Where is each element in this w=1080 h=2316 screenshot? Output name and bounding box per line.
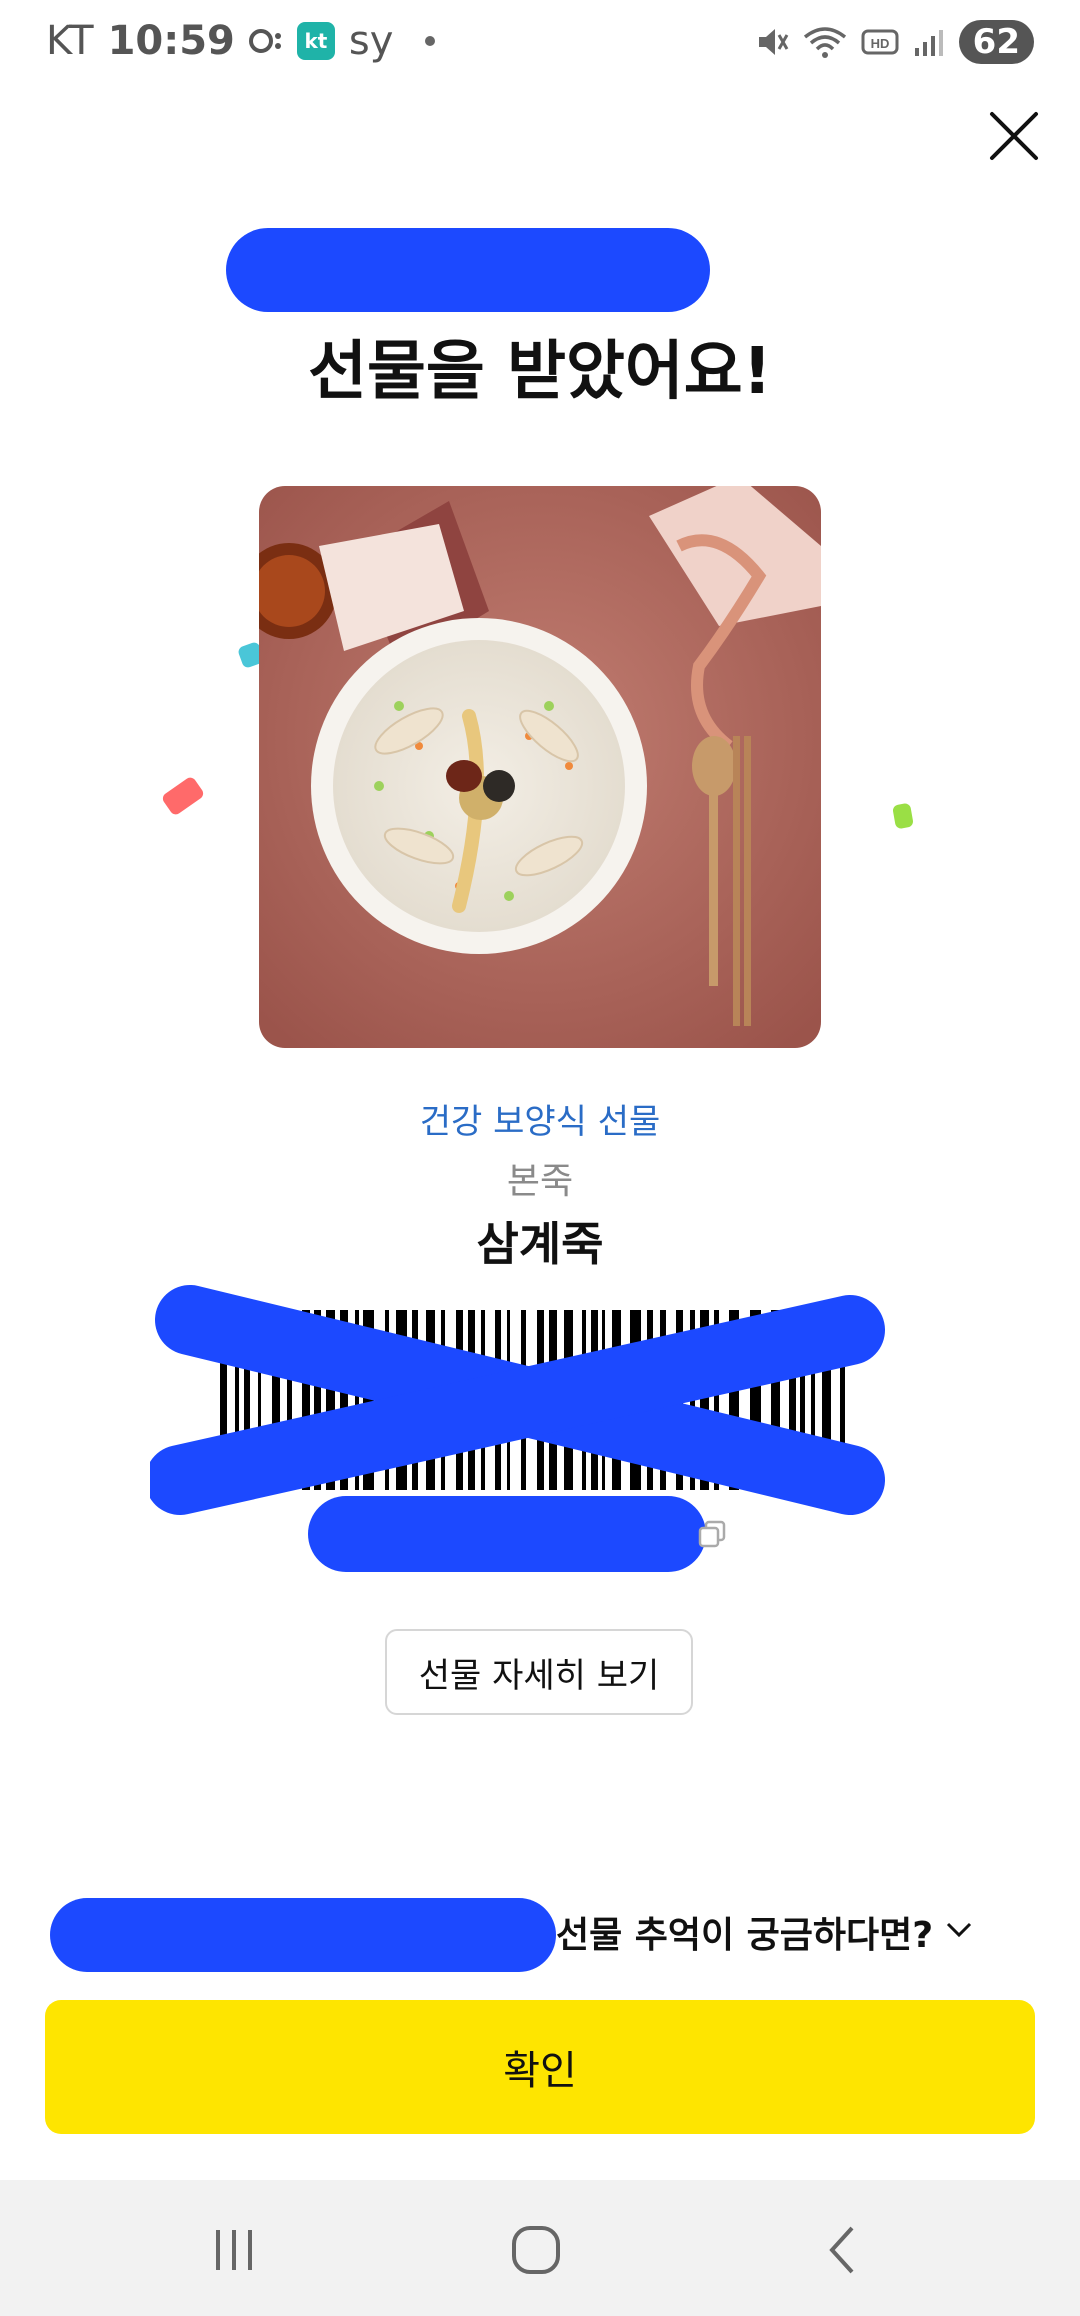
- title-line-2: 선물을 받았어요!: [308, 335, 772, 409]
- confetti-piece: [892, 802, 914, 830]
- memory-name-redaction: [50, 1898, 556, 1972]
- gift-category: 건강 보양식 선물: [419, 1102, 661, 1142]
- system-nav-bar: [0, 2180, 1080, 2316]
- svg-text:HD: HD: [870, 36, 889, 51]
- wifi-icon: [803, 27, 846, 58]
- barcode-redaction: [150, 1285, 885, 1515]
- status-time: 10:59: [107, 18, 235, 64]
- confirm-button[interactable]: 확인: [45, 2000, 1035, 2134]
- gift-detail-button[interactable]: 선물 자세히 보기: [385, 1629, 693, 1715]
- gift-memory-text[interactable]: 선물 추억이 궁금하다면?: [556, 1906, 933, 1958]
- gift-product-name: 삼계죽: [476, 1217, 604, 1271]
- copy-icon[interactable]: [698, 1520, 726, 1548]
- home-icon[interactable]: [506, 2220, 566, 2280]
- kt-app-icon: kt: [296, 22, 335, 60]
- app-notification-label: sy: [348, 18, 394, 64]
- gift-memory-row[interactable]: 선물 추억이 궁금하다면?: [0, 1896, 1080, 1972]
- more-notifications-dot: [425, 36, 436, 46]
- mute-icon: [758, 29, 788, 55]
- recent-apps-icon[interactable]: [204, 2220, 264, 2280]
- signal-icon: [914, 30, 943, 56]
- close-icon[interactable]: [988, 110, 1040, 162]
- battery-indicator: 62: [958, 20, 1034, 64]
- status-left: KT 10:59 kt sy: [46, 18, 436, 64]
- chat-notification-icon: [248, 29, 281, 53]
- sender-name-redaction: [226, 228, 710, 312]
- barcode-number-redaction: [308, 1496, 706, 1572]
- status-right: HD 62: [755, 20, 1034, 64]
- status-bar: KT 10:59 kt sy HD 62: [0, 0, 1080, 92]
- chevron-down-icon[interactable]: [944, 1914, 974, 1944]
- hd-voice-icon: HD: [861, 29, 899, 55]
- carrier-label: KT: [46, 18, 94, 64]
- confetti-piece: [160, 775, 206, 817]
- back-icon[interactable]: [814, 2220, 874, 2280]
- gift-brand: 본죽: [506, 1161, 574, 1202]
- product-image: [259, 486, 821, 1048]
